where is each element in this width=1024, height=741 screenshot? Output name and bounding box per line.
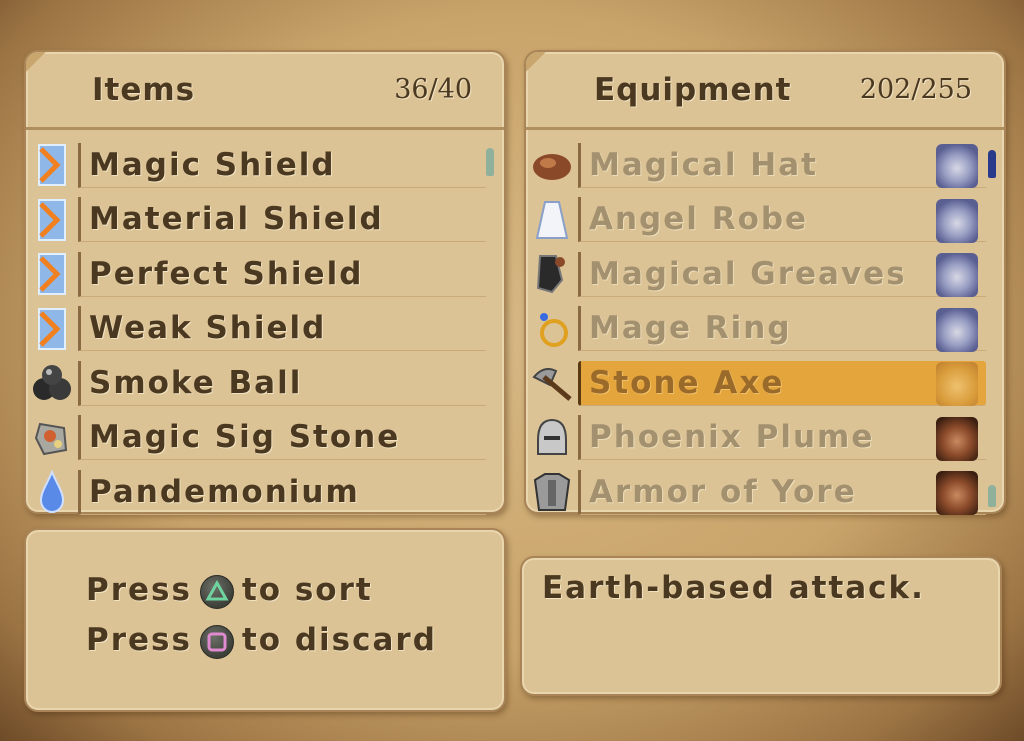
warrior-portrait — [936, 416, 978, 461]
square-button-icon — [199, 624, 234, 659]
shield-icon — [26, 248, 78, 300]
header-divider — [26, 127, 504, 130]
equipment-label: Magical Hat — [578, 142, 986, 188]
item-label: Magic Sig Stone — [78, 415, 486, 461]
item-description: Earth-based attack. — [542, 570, 925, 606]
equipment-list: Magical Hat Angel Robe Magical Greaves M… — [526, 138, 1004, 520]
panel-tab-corner — [526, 52, 546, 72]
smoke-ball-icon — [26, 357, 78, 409]
list-item[interactable]: Material Shield — [26, 193, 504, 248]
hint-suffix: to discard — [241, 622, 437, 658]
hat-icon — [526, 139, 578, 191]
potion-icon — [26, 466, 78, 518]
list-item[interactable]: Pandemonium — [26, 465, 504, 520]
help-panel: Press to sort Press to discard — [24, 528, 506, 712]
robe-icon — [526, 194, 578, 246]
equipment-count: 202/255 — [859, 74, 972, 105]
list-item[interactable]: Magic Sig Stone — [26, 411, 504, 466]
mage-portrait — [936, 253, 978, 297]
items-panel: Items 36/40 Magic Shield Material Shield… — [24, 50, 506, 515]
list-item[interactable]: Angel Robe — [526, 193, 1004, 248]
item-label: Smoke Ball — [78, 360, 486, 406]
equipment-label: Stone Axe — [578, 360, 986, 406]
list-item[interactable]: Smoke Ball — [26, 356, 504, 411]
item-label: Material Shield — [78, 197, 486, 243]
mage-portrait — [936, 198, 978, 243]
axe-icon — [526, 357, 578, 409]
scroll-indicator[interactable] — [486, 148, 494, 176]
hint-prefix: Press — [86, 622, 192, 658]
equipment-label: Armor of Yore — [578, 469, 986, 515]
item-label: Pandemonium — [78, 469, 486, 515]
hint-suffix: to sort — [241, 572, 373, 608]
list-item[interactable]: Weak Shield — [26, 302, 504, 357]
greaves-icon — [526, 248, 578, 300]
sort-hint: Press to sort — [86, 572, 373, 609]
item-label: Perfect Shield — [78, 251, 486, 297]
list-item[interactable]: Magical Greaves — [526, 247, 1004, 302]
stone-icon — [26, 412, 78, 464]
warrior-portrait — [936, 471, 978, 515]
equipment-title: Equipment — [594, 72, 792, 108]
equipment-label: Magical Greaves — [578, 251, 986, 297]
list-item[interactable]: Perfect Shield — [26, 247, 504, 302]
list-item[interactable]: Magic Shield — [26, 138, 504, 193]
header-divider — [526, 127, 1004, 130]
items-count: 36/40 — [394, 74, 472, 105]
list-item[interactable]: Armor of Yore — [526, 465, 1004, 520]
scroll-indicator[interactable] — [988, 150, 996, 178]
ring-icon — [526, 303, 578, 355]
list-item[interactable]: Mage Ring — [526, 302, 1004, 357]
equipment-label: Angel Robe — [578, 197, 986, 243]
item-label: Magic Shield — [78, 142, 486, 188]
list-item[interactable]: Phoenix Plume — [526, 411, 1004, 466]
triangle-button-icon — [199, 574, 234, 609]
description-panel: Earth-based attack. — [520, 556, 1002, 696]
helmet-icon — [526, 412, 578, 464]
mage-portrait — [936, 307, 978, 352]
equipment-label: Phoenix Plume — [578, 415, 986, 461]
panel-tab-corner — [26, 52, 46, 72]
discard-hint: Press to discard — [86, 622, 437, 659]
item-label: Weak Shield — [78, 306, 486, 352]
equipment-panel: Equipment 202/255 Magical Hat Angel Robe… — [524, 50, 1006, 515]
items-list: Magic Shield Material Shield Perfect Shi… — [26, 138, 504, 520]
shield-icon — [26, 139, 78, 191]
list-item[interactable]: Magical Hat — [526, 138, 1004, 193]
equipment-label: Mage Ring — [578, 306, 986, 352]
shield-icon — [26, 303, 78, 355]
shield-icon — [26, 194, 78, 246]
scroll-indicator[interactable] — [988, 485, 996, 507]
list-item-selected[interactable]: Stone Axe — [526, 356, 1004, 411]
armor-icon — [526, 466, 578, 518]
hint-prefix: Press — [86, 572, 192, 608]
warrior-portrait — [936, 362, 978, 406]
items-title: Items — [92, 72, 196, 108]
mage-portrait — [936, 144, 978, 188]
